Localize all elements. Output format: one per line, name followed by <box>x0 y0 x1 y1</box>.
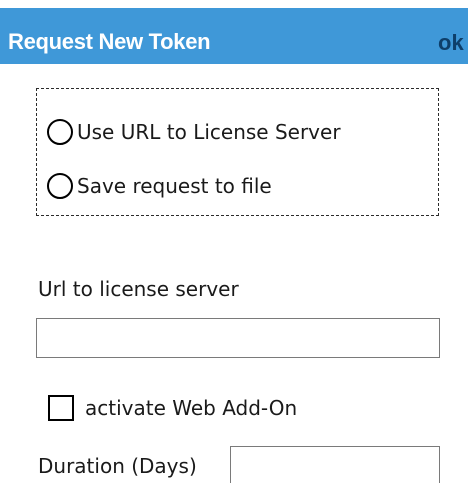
duration-label: Duration (Days) <box>38 454 197 478</box>
request-token-dialog: Request New Token ok Use URL to License … <box>0 0 468 483</box>
radio-label-file: Save request to file <box>77 174 272 198</box>
title-bar: Request New Token ok <box>0 8 468 64</box>
web-addon-option[interactable]: activate Web Add-On <box>48 395 297 421</box>
radio-option-file[interactable]: Save request to file <box>47 173 272 199</box>
url-field-label: Url to license server <box>38 277 239 301</box>
web-addon-label: activate Web Add-On <box>85 396 298 420</box>
request-mode-group: Use URL to License Server Save request t… <box>36 88 439 216</box>
web-addon-checkbox[interactable] <box>48 395 74 421</box>
radio-option-url[interactable]: Use URL to License Server <box>47 119 341 145</box>
radio-label-url: Use URL to License Server <box>77 120 341 144</box>
ok-button[interactable]: ok <box>438 30 468 60</box>
dialog-title: Request New Token <box>8 29 211 54</box>
radio-button-url[interactable] <box>47 119 73 145</box>
url-input[interactable] <box>36 318 440 358</box>
radio-button-file[interactable] <box>47 173 73 199</box>
duration-input[interactable] <box>230 446 440 483</box>
